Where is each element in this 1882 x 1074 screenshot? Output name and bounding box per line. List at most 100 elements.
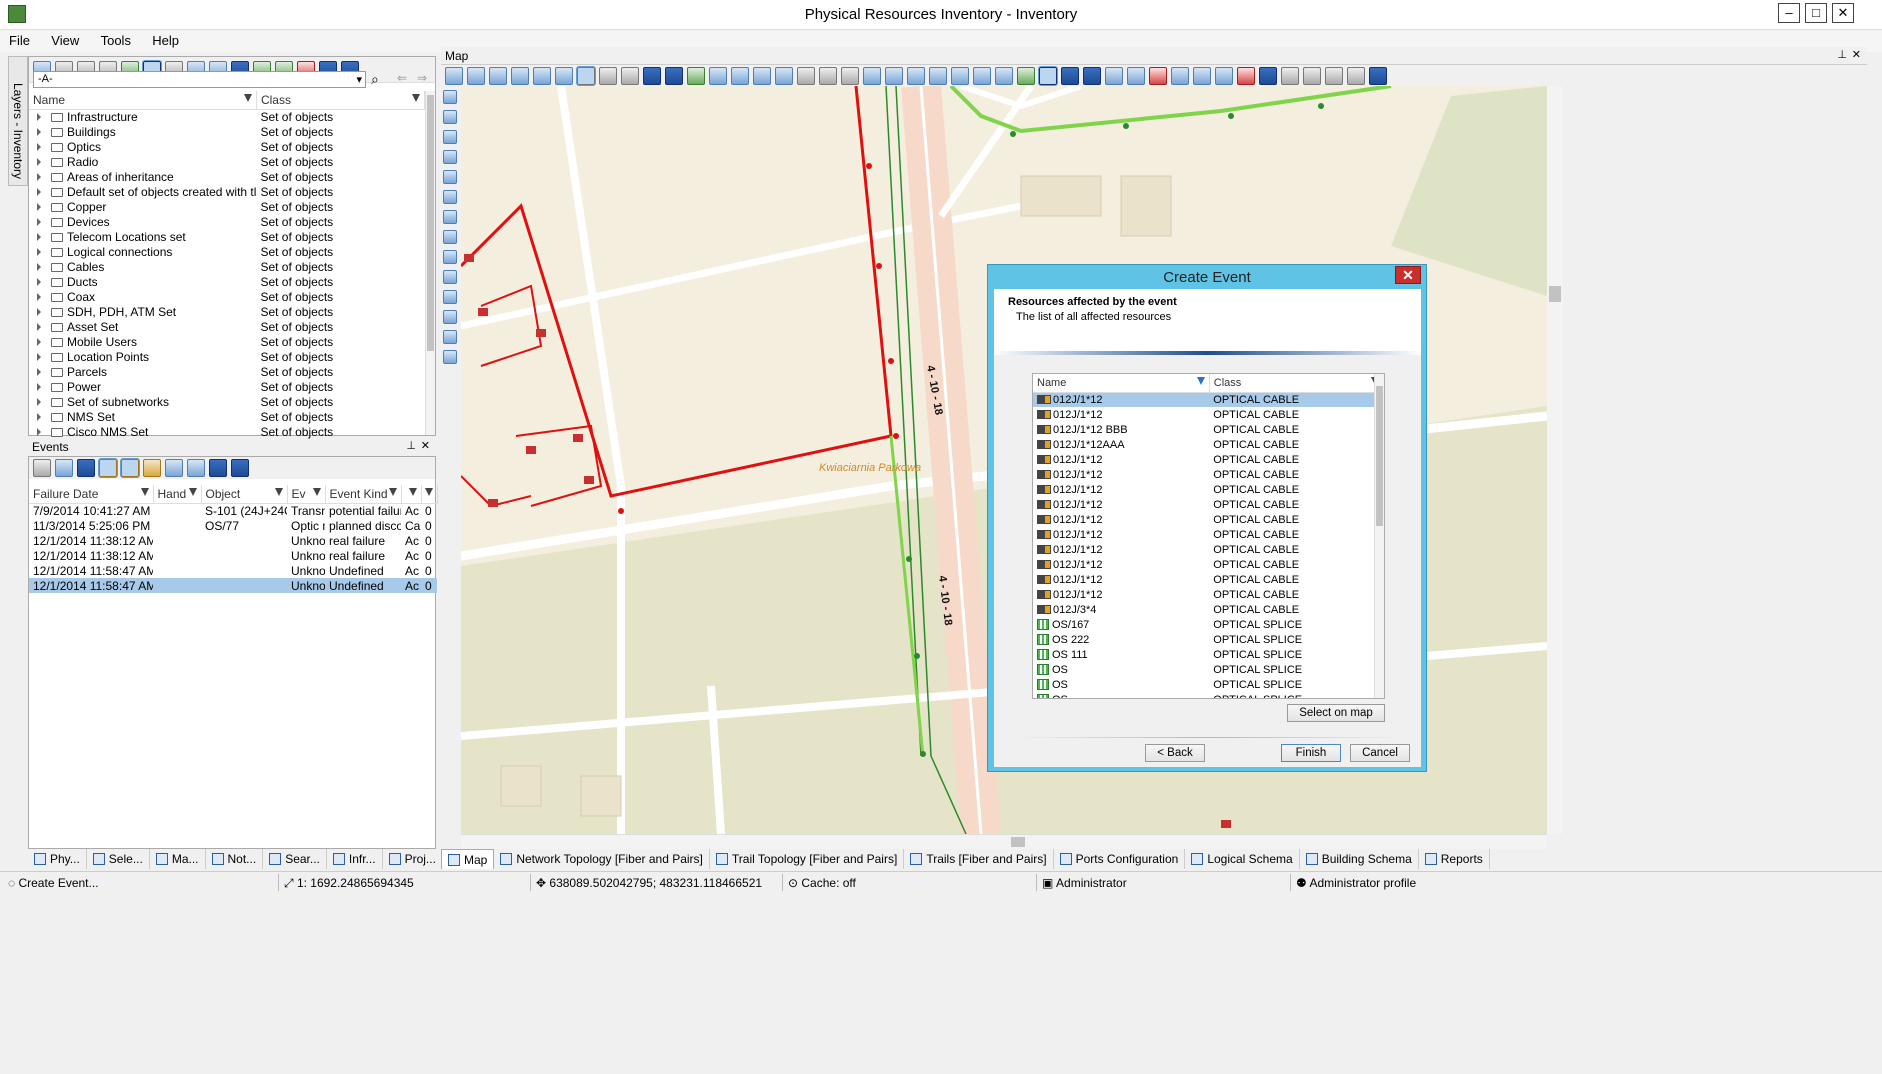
cable-node[interactable] xyxy=(914,653,920,659)
resource-column-class[interactable]: Class xyxy=(1209,374,1384,393)
expand-arrow-icon[interactable] xyxy=(37,187,41,196)
export-events-icon[interactable] xyxy=(209,459,227,477)
map-tool-icon[interactable] xyxy=(1193,67,1211,85)
map-edit-tool-icon[interactable] xyxy=(443,130,457,144)
settings-icon[interactable] xyxy=(165,459,183,477)
house-icon[interactable] xyxy=(573,434,583,442)
house-icon[interactable] xyxy=(488,499,498,507)
close-window-button[interactable]: ✕ xyxy=(1832,3,1854,23)
resource-row[interactable]: 012J/1*12 OPTICAL CABLE xyxy=(1033,392,1384,407)
map-tool-icon[interactable] xyxy=(1061,67,1079,85)
expand-arrow-icon[interactable] xyxy=(37,112,41,121)
layer-row[interactable]: SDH, PDH, ATM Set Set of objects xyxy=(29,304,425,319)
map-tool-icon[interactable] xyxy=(1149,67,1167,85)
expand-arrow-icon[interactable] xyxy=(37,412,41,421)
map-tool-icon[interactable] xyxy=(489,67,507,85)
pin-icon[interactable]: ⊥ xyxy=(1837,48,1847,61)
expand-arrow-icon[interactable] xyxy=(37,172,41,181)
layers-scrollbar[interactable] xyxy=(425,91,435,435)
cable-node[interactable] xyxy=(893,433,899,439)
map-tool-icon[interactable] xyxy=(1237,67,1255,85)
expand-arrow-icon[interactable] xyxy=(37,307,41,316)
resource-row[interactable]: 012J/1*12 OPTICAL CABLE xyxy=(1033,572,1384,587)
layer-row[interactable]: Location Points Set of objects xyxy=(29,349,425,364)
map-tool-icon[interactable] xyxy=(1325,67,1343,85)
column-name[interactable]: Name xyxy=(29,91,257,110)
layer-search-input[interactable]: -A- ▾ xyxy=(33,71,366,88)
settings-alt-icon[interactable] xyxy=(187,459,205,477)
filter-icon[interactable] xyxy=(274,488,283,496)
cable-node[interactable] xyxy=(618,508,624,514)
resource-row[interactable]: 012J/1*12 OPTICAL CABLE xyxy=(1033,407,1384,422)
expand-arrow-icon[interactable] xyxy=(37,142,41,151)
filter-icon[interactable] xyxy=(1196,377,1205,385)
cable-node[interactable] xyxy=(906,556,912,562)
cable-node[interactable] xyxy=(1318,103,1324,109)
layer-row[interactable]: Power Set of objects xyxy=(29,379,425,394)
locate-event-icon[interactable] xyxy=(231,459,249,477)
layer-row[interactable]: Logical connections Set of objects xyxy=(29,244,425,259)
expand-arrow-icon[interactable] xyxy=(37,352,41,361)
map-edit-tool-icon[interactable] xyxy=(443,230,457,244)
map-edit-tool-icon[interactable] xyxy=(443,150,457,164)
filter-icon[interactable] xyxy=(188,488,197,496)
expand-arrow-icon[interactable] xyxy=(37,382,41,391)
map-tool-icon[interactable] xyxy=(775,67,793,85)
resource-row[interactable]: OS 111 OPTICAL SPLICE xyxy=(1033,647,1384,662)
cable-node[interactable] xyxy=(866,163,872,169)
lightning-icon[interactable] xyxy=(143,459,161,477)
map-edit-tool-icon[interactable] xyxy=(443,190,457,204)
cable-node[interactable] xyxy=(1228,113,1234,119)
map-edit-tool-icon[interactable] xyxy=(443,350,457,364)
event-row[interactable]: 12/1/2014 11:38:12 AM Unknov real failure A… xyxy=(29,548,437,563)
expand-arrow-icon[interactable] xyxy=(37,367,41,376)
cable-node[interactable] xyxy=(888,358,894,364)
close-icon[interactable]: ✕ xyxy=(1852,48,1861,61)
menu-view[interactable]: View xyxy=(42,30,88,51)
map-tool-icon[interactable] xyxy=(1347,67,1365,85)
resource-row[interactable]: OS/167 OPTICAL SPLICE xyxy=(1033,617,1384,632)
resource-column-name[interactable]: Name xyxy=(1033,374,1210,393)
select-on-map-button[interactable]: Select on map xyxy=(1287,704,1385,722)
map-tool-icon[interactable] xyxy=(621,67,639,85)
left-tab[interactable]: Not... xyxy=(206,849,264,869)
resource-row[interactable]: 012J/1*12 OPTICAL CABLE xyxy=(1033,467,1384,482)
map-tool-icon[interactable] xyxy=(687,67,705,85)
cable-node[interactable] xyxy=(1010,131,1016,137)
resource-row[interactable]: 012J/3*4 OPTICAL CABLE xyxy=(1033,602,1384,617)
filter-icon[interactable] xyxy=(408,488,417,496)
resource-row[interactable]: 012J/1*12 OPTICAL CABLE xyxy=(1033,497,1384,512)
resource-row[interactable]: OS OPTICAL SPLICE xyxy=(1033,692,1384,698)
expand-arrow-icon[interactable] xyxy=(37,247,41,256)
dialog-close-button[interactable]: ✕ xyxy=(1395,266,1421,284)
layer-row[interactable]: Coax Set of objects xyxy=(29,289,425,304)
filter-icon[interactable] xyxy=(424,488,433,496)
map-tool-icon[interactable] xyxy=(753,67,771,85)
map-tool-icon[interactable] xyxy=(1215,67,1233,85)
map-tool-icon[interactable] xyxy=(841,67,859,85)
edit-event-icon[interactable] xyxy=(55,459,73,477)
map-tool-icon[interactable] xyxy=(1259,67,1277,85)
map-tab[interactable]: Ports Configuration xyxy=(1054,849,1186,869)
left-tab[interactable]: Phy... xyxy=(28,849,87,869)
map-tool-icon[interactable] xyxy=(863,67,881,85)
map-edit-tool-icon[interactable] xyxy=(443,110,457,124)
menu-help[interactable]: Help xyxy=(143,30,188,51)
map-tool-icon[interactable] xyxy=(1369,67,1387,85)
layer-row[interactable]: Infrastructure Set of objects xyxy=(29,109,425,124)
event-row[interactable]: 7/9/2014 10:41:27 AM S-101 (24J+24G) Trans… xyxy=(29,503,437,518)
events-column[interactable]: Hand xyxy=(153,485,202,504)
expand-arrow-icon[interactable] xyxy=(37,217,41,226)
search-icon[interactable]: ⌕ xyxy=(371,71,379,88)
house-icon[interactable] xyxy=(478,308,488,316)
layer-row[interactable]: Telecom Locations set Set of objects xyxy=(29,229,425,244)
map-tool-icon[interactable] xyxy=(665,67,683,85)
new-event-icon[interactable] xyxy=(33,459,51,477)
map-edit-tool-icon[interactable] xyxy=(443,90,457,104)
layer-row[interactable]: Copper Set of objects xyxy=(29,199,425,214)
back-button[interactable]: < Back xyxy=(1145,744,1205,762)
filter-icon[interactable] xyxy=(388,488,397,496)
menu-file[interactable]: File xyxy=(0,30,39,51)
house-icon[interactable] xyxy=(536,329,546,337)
resource-row[interactable]: 012J/1*12 BBB OPTICAL CABLE xyxy=(1033,422,1384,437)
